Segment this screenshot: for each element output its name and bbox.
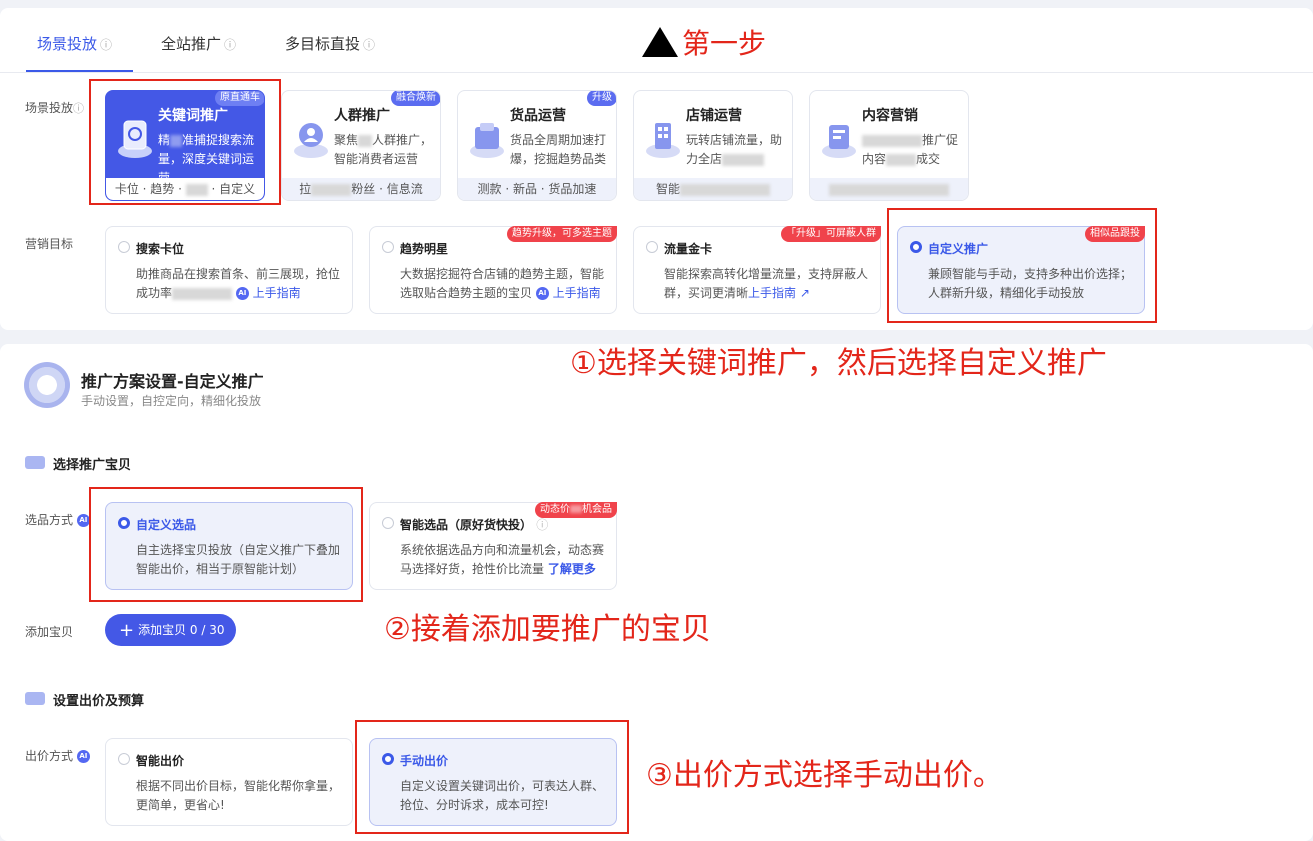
highlight-box-custom [887, 208, 1157, 323]
tabs-divider [0, 72, 1313, 73]
card-desc: 根据不同出价目标，智能化帮你拿量，更简单，更省心! [136, 779, 341, 812]
ai-icon: AI [235, 287, 249, 300]
bid-card-smart[interactable]: 智能出价 根据不同出价目标，智能化帮你拿量，更简单，更省心! [105, 738, 353, 826]
select-method-label: 选品方式 AI [25, 511, 90, 528]
card-desc: 智能探索高转化增量流量，支持屏蔽人群，买词更清晰上手指南 ↗ [664, 267, 869, 300]
scene-card-goods[interactable]: 升级 货品运营 货品全周期加速打爆，挖掘趋势品类 测款 · 新品 · 货品加速 [457, 90, 617, 201]
content-icon [822, 125, 856, 158]
radio[interactable] [382, 241, 394, 253]
badge: 「升级」可屏蔽人群 [781, 226, 881, 242]
card-desc: 系统依据选品方向和流量机会，动态赛马选择好货，抢性价比流量 了解更多 [400, 543, 605, 576]
scene-label: 场景投放ⓘ [25, 101, 85, 115]
crowd-icon [294, 123, 328, 158]
goal-card-trend-star[interactable]: 趋势升级，可多选主题 趋势明星 大数据挖掘符合店铺的趋势主题，智能选取贴合趋势主… [369, 226, 617, 314]
help-icon[interactable]: ⓘ [100, 38, 112, 52]
highlight-box-keyword [89, 79, 281, 205]
radio[interactable] [118, 753, 130, 765]
goods-icon [470, 123, 504, 158]
section-icon [25, 692, 45, 705]
plan-title: 推广方案设置-自定义推广 [81, 372, 264, 391]
card-desc: 玩转店铺流量，助力全店 [686, 133, 783, 166]
step-annotation: 第一步 [642, 22, 766, 62]
goal-card-search-position[interactable]: 搜索卡位 助推商品在搜索首条、前三展现，抢位成功率 AI 上手指南 [105, 226, 353, 314]
card-desc: 聚焦 人群推广，智能消费者运营 [334, 133, 433, 166]
card-title: 智能出价 [136, 754, 185, 768]
radio[interactable] [382, 517, 394, 529]
section-icon [25, 456, 45, 469]
annotation-step1: ①选择关键词推广，然后选择自定义推广 [570, 346, 1107, 381]
card-desc: 助推商品在搜索首条、前三展现，抢位成功率 AI 上手指南 [136, 267, 341, 300]
ai-icon: AI [535, 287, 549, 300]
tab-scene-delivery[interactable]: 场景投放 ⓘ [37, 33, 112, 54]
annotation-step3: ③出价方式选择手动出价。 [646, 758, 1003, 793]
goal-label: 营销目标 [25, 237, 74, 251]
badge: 融合焕新 [391, 91, 440, 106]
highlight-box-select [89, 487, 363, 602]
external-link-icon[interactable]: ↗ [800, 286, 810, 300]
section-title-bid: 设置出价及预算 [53, 694, 145, 709]
radio[interactable] [118, 241, 130, 253]
highlight-box-bid [355, 720, 629, 834]
card-desc: 推广促内容 成交 [862, 133, 959, 166]
help-icon[interactable]: ⓘ [363, 38, 375, 52]
learn-more-link[interactable]: 了解更多 [548, 562, 596, 576]
scene-card-crowd[interactable]: 融合焕新 人群推广 聚焦 人群推广，智能消费者运营 拉粉丝 · 信息流 [281, 90, 441, 201]
card-desc: 大数据挖掘符合店铺的趋势主题，智能选取贴合趋势主题的宝贝 AI 上手指南 [400, 267, 605, 300]
goal-card-traffic-gold[interactable]: 「升级」可屏蔽人群 流量金卡 智能探索高转化增量流量，支持屏蔽人群，买词更清晰上… [633, 226, 881, 314]
store-icon [646, 123, 680, 158]
help-icon[interactable]: ⓘ [224, 38, 236, 52]
card-foot: 拉粉丝 · 信息流 [282, 178, 440, 200]
card-foot [810, 178, 968, 200]
help-icon[interactable]: ⓘ [536, 518, 548, 532]
card-title: 人群推广 [334, 108, 390, 124]
card-title: 流量金卡 [664, 242, 713, 256]
card-desc: 货品全周期加速打爆，挖掘趋势品类 [510, 133, 607, 166]
guide-link[interactable]: 上手指南 [253, 286, 301, 300]
radio[interactable] [646, 241, 658, 253]
card-title: 货品运营 [510, 108, 566, 124]
plan-subtitle: 手动设置，自控定向，精细化投放 [81, 394, 262, 408]
card-foot: 测款 · 新品 · 货品加速 [458, 178, 616, 200]
ai-icon: AI [76, 514, 90, 527]
bid-method-label: 出价方式 AI [25, 747, 90, 764]
guide-link[interactable]: 上手指南 [748, 286, 796, 300]
card-title: 搜索卡位 [136, 242, 185, 256]
add-item-label: 添加宝贝 [25, 625, 74, 639]
tab-multi-target[interactable]: 多目标直投 ⓘ [285, 33, 375, 54]
card-foot: 智能 [634, 178, 792, 200]
ai-icon: AI [76, 750, 90, 763]
annotation-step2: ②接着添加要推广的宝贝 [384, 612, 711, 647]
plan-icon [24, 362, 70, 408]
tab-site-wide[interactable]: 全站推广 ⓘ [161, 33, 236, 54]
badge: 升级 [587, 91, 616, 106]
plus-icon: + [119, 620, 135, 641]
scene-card-store[interactable]: 店铺运营 玩转店铺流量，助力全店 智能 [633, 90, 793, 201]
card-title: 趋势明星 [400, 242, 449, 256]
card-title: 智能选品（原好货快投） ⓘ [400, 518, 549, 532]
card-title: 内容营销 [862, 108, 918, 124]
card-title: 店铺运营 [686, 108, 742, 124]
select-card-smart[interactable]: 动态价 机会品 智能选品（原好货快投） ⓘ 系统依据选品方向和流量机会，动态赛马选… [369, 502, 617, 590]
section-title-select-item: 选择推广宝贝 [53, 458, 132, 473]
scene-card-content[interactable]: 内容营销 推广促内容 成交 [809, 90, 969, 201]
guide-link[interactable]: 上手指南 [553, 286, 601, 300]
badge: 趋势升级，可多选主题 [507, 226, 617, 242]
add-item-button[interactable]: + 添加宝贝 0 / 30 [105, 614, 236, 646]
triangle-icon [642, 27, 678, 57]
